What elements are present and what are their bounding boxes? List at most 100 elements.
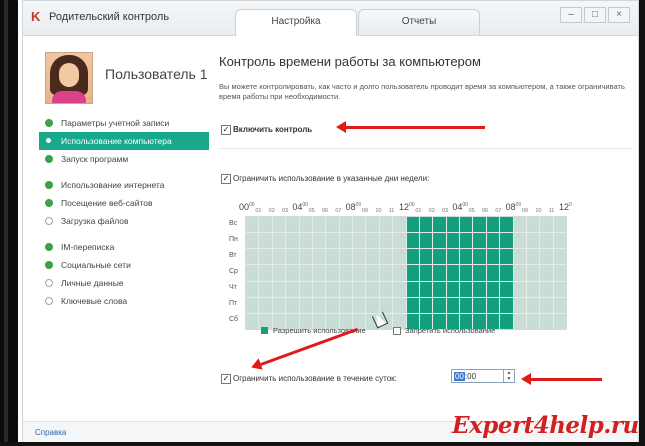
schedule-cell[interactable]: [473, 217, 486, 233]
schedule-cell[interactable]: [393, 249, 406, 265]
schedule-cell[interactable]: [326, 233, 339, 249]
schedule-cell[interactable]: [353, 233, 366, 249]
schedule-cell[interactable]: [473, 281, 486, 297]
schedule-cell[interactable]: [312, 265, 326, 281]
schedule-cell[interactable]: [326, 281, 339, 297]
sidebar-item[interactable]: Посещение веб-сайтов: [23, 194, 209, 212]
schedule-cell[interactable]: [286, 281, 299, 297]
schedule-cell[interactable]: [540, 281, 553, 297]
schedule-cell[interactable]: [366, 297, 379, 313]
schedule-cell[interactable]: [553, 249, 566, 265]
schedule-cell[interactable]: [486, 265, 500, 281]
schedule-cell[interactable]: [299, 249, 312, 265]
schedule-cell[interactable]: [366, 249, 379, 265]
schedule-cell[interactable]: [379, 217, 393, 233]
schedule-cell[interactable]: [460, 217, 473, 233]
schedule-cell[interactable]: [353, 265, 366, 281]
schedule-cell[interactable]: [433, 217, 446, 233]
schedule-cell[interactable]: [299, 297, 312, 313]
schedule-cell[interactable]: [553, 313, 566, 329]
schedule-cell[interactable]: [406, 233, 419, 249]
schedule-cell[interactable]: [379, 297, 393, 313]
schedule-cell[interactable]: [419, 265, 433, 281]
sidebar-item[interactable]: Личные данные: [23, 274, 209, 292]
schedule-cell[interactable]: [259, 297, 272, 313]
schedule-cell[interactable]: [433, 233, 446, 249]
schedule-cell[interactable]: [272, 281, 286, 297]
enable-control-checkbox[interactable]: ✓: [221, 125, 231, 135]
schedule-cell[interactable]: [473, 249, 486, 265]
schedule-cell[interactable]: [486, 297, 500, 313]
avatar[interactable]: [45, 52, 93, 104]
schedule-cell[interactable]: [246, 265, 259, 281]
schedule-cell[interactable]: [446, 233, 459, 249]
schedule-cell[interactable]: [526, 313, 540, 329]
schedule-cell[interactable]: [353, 281, 366, 297]
schedule-cell[interactable]: [246, 281, 259, 297]
schedule-cell[interactable]: [353, 249, 366, 265]
schedule-cell[interactable]: [460, 233, 473, 249]
limit-days-checkbox[interactable]: ✓: [221, 174, 231, 184]
schedule-cell[interactable]: [553, 281, 566, 297]
schedule-cell[interactable]: [553, 217, 566, 233]
sidebar-item[interactable]: Загрузка файлов: [23, 212, 209, 230]
schedule-cell[interactable]: [460, 249, 473, 265]
schedule-cell[interactable]: [312, 249, 326, 265]
schedule-cell[interactable]: [419, 281, 433, 297]
schedule-cell[interactable]: [500, 217, 513, 233]
schedule-cell[interactable]: [286, 249, 299, 265]
schedule-cell[interactable]: [473, 297, 486, 313]
legend-deny-label[interactable]: Запретить использование: [405, 326, 495, 335]
schedule-cell[interactable]: [339, 249, 352, 265]
schedule-cell[interactable]: [406, 281, 419, 297]
schedule-cell[interactable]: [286, 265, 299, 281]
schedule-cell[interactable]: [272, 249, 286, 265]
schedule-cell[interactable]: [299, 217, 312, 233]
schedule-cell[interactable]: [379, 249, 393, 265]
schedule-cell[interactable]: [486, 233, 500, 249]
schedule-cell[interactable]: [246, 217, 259, 233]
schedule-cell[interactable]: [246, 297, 259, 313]
sidebar-item[interactable]: Запуск программ: [23, 150, 209, 168]
schedule-cell[interactable]: [473, 265, 486, 281]
schedule-cell[interactable]: [286, 217, 299, 233]
schedule-cell[interactable]: [246, 233, 259, 249]
sidebar-item[interactable]: Использование компьютера: [39, 132, 209, 150]
legend-deny-swatch[interactable]: [393, 327, 401, 335]
schedule-cell[interactable]: [326, 297, 339, 313]
schedule-cell[interactable]: [486, 249, 500, 265]
maximize-button[interactable]: □: [584, 7, 606, 23]
schedule-cell[interactable]: [419, 249, 433, 265]
schedule-cell[interactable]: [500, 233, 513, 249]
schedule-cell[interactable]: [500, 249, 513, 265]
schedule-cell[interactable]: [446, 249, 459, 265]
daily-time-stepper[interactable]: 00:00 ▲ ▼: [451, 369, 515, 383]
schedule-cell[interactable]: [460, 265, 473, 281]
schedule-cell[interactable]: [460, 297, 473, 313]
schedule-cell[interactable]: [299, 233, 312, 249]
schedule-cell[interactable]: [379, 265, 393, 281]
schedule-cell[interactable]: [312, 297, 326, 313]
schedule-cell[interactable]: [272, 297, 286, 313]
schedule-cell[interactable]: [339, 265, 352, 281]
schedule-cell[interactable]: [419, 233, 433, 249]
schedule-cell[interactable]: [526, 249, 540, 265]
schedule-cell[interactable]: [460, 281, 473, 297]
schedule-cell[interactable]: [272, 233, 286, 249]
schedule-cell[interactable]: [500, 297, 513, 313]
schedule-cell[interactable]: [246, 249, 259, 265]
schedule-cell[interactable]: [366, 281, 379, 297]
schedule-cell[interactable]: [446, 297, 459, 313]
schedule-cell[interactable]: [526, 233, 540, 249]
schedule-cell[interactable]: [433, 265, 446, 281]
schedule-cell[interactable]: [433, 281, 446, 297]
schedule-cell[interactable]: [366, 233, 379, 249]
tab-settings[interactable]: Настройка: [235, 9, 357, 36]
schedule-cell[interactable]: [299, 265, 312, 281]
schedule-cell[interactable]: [326, 217, 339, 233]
schedule-cell[interactable]: [526, 281, 540, 297]
schedule-cell[interactable]: [259, 281, 272, 297]
schedule-cell[interactable]: [419, 297, 433, 313]
schedule-cell[interactable]: [433, 249, 446, 265]
sidebar-item[interactable]: Ключевые слова: [23, 292, 209, 310]
